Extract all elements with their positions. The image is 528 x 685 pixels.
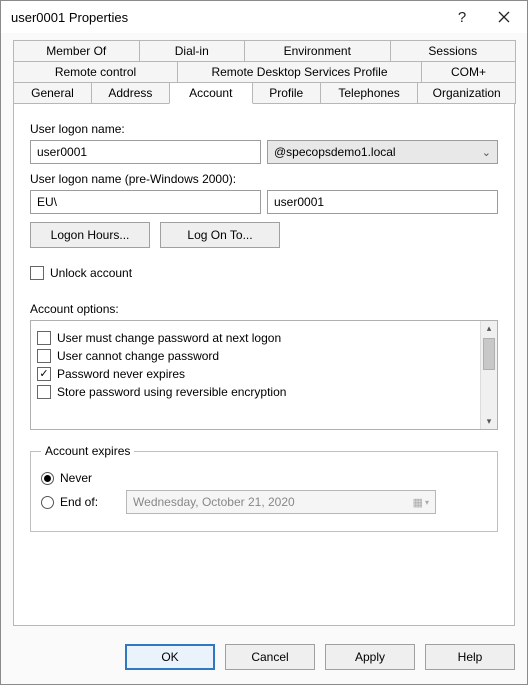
account-panel: User logon name: @specopsdemo1.local ⌄ U… (13, 104, 515, 626)
account-expires-group: Account expires Never End of: Wednesday,… (30, 444, 498, 532)
expires-never-radio[interactable]: Never (41, 471, 487, 485)
domain-dropdown-value: @specopsdemo1.local (274, 145, 396, 159)
option-label: Store password using reversible encrypti… (57, 385, 286, 399)
prewin-user-input[interactable] (267, 190, 498, 214)
domain-dropdown[interactable]: @specopsdemo1.local ⌄ (267, 140, 498, 164)
scroll-down-icon: ▾ (487, 416, 492, 427)
logon-name-input[interactable] (30, 140, 261, 164)
tab-profile[interactable]: Profile (252, 82, 321, 104)
account-expires-legend: Account expires (41, 444, 134, 458)
logon-name-label: User logon name: (30, 122, 498, 136)
tab-general[interactable]: General (13, 82, 92, 104)
ok-button[interactable]: OK (125, 644, 215, 670)
calendar-icon: ▦▾ (413, 496, 429, 509)
tab-organization[interactable]: Organization (417, 82, 516, 104)
scroll-up-icon: ▴ (487, 323, 492, 334)
prewin-domain-input[interactable] (30, 190, 261, 214)
checkbox-icon (37, 349, 51, 363)
cancel-button[interactable]: Cancel (225, 644, 315, 670)
apply-button[interactable]: Apply (325, 644, 415, 670)
expires-endof-radio[interactable]: End of: Wednesday, October 21, 2020 ▦▾ (41, 490, 487, 514)
expires-never-label: Never (60, 471, 92, 485)
tab-sessions[interactable]: Sessions (390, 40, 517, 62)
option-label: User must change password at next logon (57, 331, 281, 345)
scroll-thumb[interactable] (483, 338, 495, 370)
account-options-label: Account options: (30, 302, 498, 316)
log-on-to-button[interactable]: Log On To... (160, 222, 280, 248)
chevron-down-icon: ⌄ (482, 146, 491, 159)
tabstrip: Member Of Dial-in Environment Sessions R… (13, 41, 515, 104)
option-label: User cannot change password (57, 349, 219, 363)
expires-endof-label: End of: (60, 495, 98, 509)
radio-icon (41, 496, 54, 509)
content-area: Member Of Dial-in Environment Sessions R… (1, 33, 527, 634)
options-scrollbar[interactable]: ▴ ▾ (480, 321, 497, 429)
option-reversible-encryption[interactable]: Store password using reversible encrypti… (37, 385, 477, 399)
dialog-buttons: OK Cancel Apply Help (1, 634, 527, 684)
properties-dialog: user0001 Properties ? Member Of Dial-in … (0, 0, 528, 685)
tab-rds-profile[interactable]: Remote Desktop Services Profile (177, 61, 422, 83)
close-button[interactable] (483, 3, 525, 31)
checkbox-icon: ✓ (37, 367, 51, 381)
tab-member-of[interactable]: Member Of (13, 40, 140, 62)
expires-date-picker[interactable]: Wednesday, October 21, 2020 ▦▾ (126, 490, 436, 514)
help-button[interactable]: ? (441, 3, 483, 31)
checkbox-icon (30, 266, 44, 280)
tab-dial-in[interactable]: Dial-in (139, 40, 246, 62)
window-title: user0001 Properties (11, 10, 441, 25)
help-dialog-button[interactable]: Help (425, 644, 515, 670)
titlebar: user0001 Properties ? (1, 1, 527, 33)
tab-remote-control[interactable]: Remote control (13, 61, 178, 83)
tab-telephones[interactable]: Telephones (320, 82, 419, 104)
option-cannot-change-pw[interactable]: User cannot change password (37, 349, 477, 363)
option-label: Password never expires (57, 367, 185, 381)
tab-address[interactable]: Address (91, 82, 170, 104)
logon-hours-button[interactable]: Logon Hours... (30, 222, 150, 248)
close-icon (498, 11, 510, 23)
option-must-change-pw[interactable]: User must change password at next logon (37, 331, 477, 345)
checkbox-icon (37, 385, 51, 399)
tab-environment[interactable]: Environment (244, 40, 391, 62)
checkbox-icon (37, 331, 51, 345)
prewin-label: User logon name (pre-Windows 2000): (30, 172, 498, 186)
radio-selected-icon (41, 472, 54, 485)
account-options-list: User must change password at next logon … (30, 320, 498, 430)
expires-date-value: Wednesday, October 21, 2020 (133, 495, 295, 509)
tab-account[interactable]: Account (169, 82, 253, 104)
tab-complus[interactable]: COM+ (421, 61, 516, 83)
unlock-account-label: Unlock account (50, 266, 132, 280)
option-password-never-expires[interactable]: ✓ Password never expires (37, 367, 477, 381)
unlock-account-checkbox[interactable]: Unlock account (30, 266, 498, 280)
